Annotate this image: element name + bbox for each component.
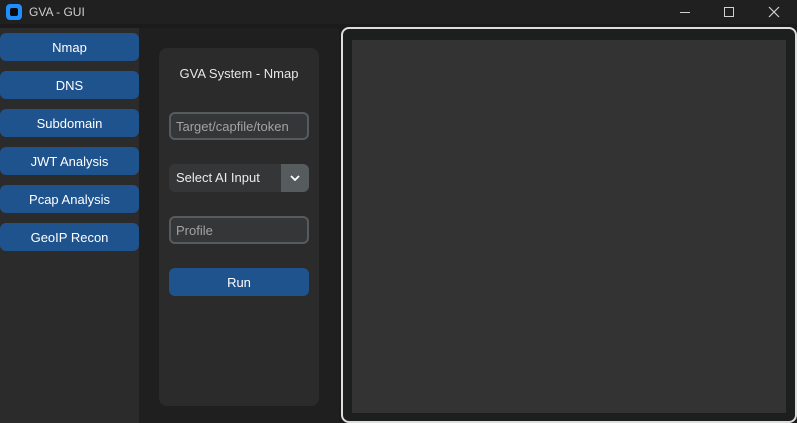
output-textbox[interactable] <box>352 40 786 413</box>
run-button[interactable]: Run <box>169 268 309 296</box>
sidebar-item-subdomain[interactable]: Subdomain <box>0 109 139 137</box>
minimize-icon <box>680 11 690 13</box>
sidebar-item-dns[interactable]: DNS <box>0 71 139 99</box>
sidebar-item-jwt-analysis[interactable]: JWT Analysis <box>0 147 139 175</box>
sidebar: Nmap DNS Subdomain JWT Analysis Pcap Ana… <box>0 28 139 423</box>
maximize-button[interactable] <box>706 0 752 24</box>
sidebar-item-geoip-recon[interactable]: GeoIP Recon <box>0 223 139 251</box>
window-title: GVA - GUI <box>29 5 85 19</box>
close-icon <box>768 6 780 18</box>
minimize-button[interactable] <box>662 0 708 24</box>
sidebar-item-pcap-analysis[interactable]: Pcap Analysis <box>0 185 139 213</box>
chevron-down-icon <box>290 175 300 181</box>
title-bar: GVA - GUI <box>0 0 797 24</box>
ai-input-select[interactable]: Select AI Input <box>169 164 309 192</box>
ai-input-select-arrow[interactable] <box>281 164 309 192</box>
form-title: GVA System - Nmap <box>179 66 299 81</box>
app-icon <box>6 4 22 20</box>
profile-input[interactable] <box>169 216 309 244</box>
sidebar-item-nmap[interactable]: Nmap <box>0 33 139 61</box>
target-input[interactable] <box>169 112 309 140</box>
maximize-icon <box>724 7 734 17</box>
close-button[interactable] <box>751 0 797 24</box>
ai-input-select-value: Select AI Input <box>176 170 260 185</box>
